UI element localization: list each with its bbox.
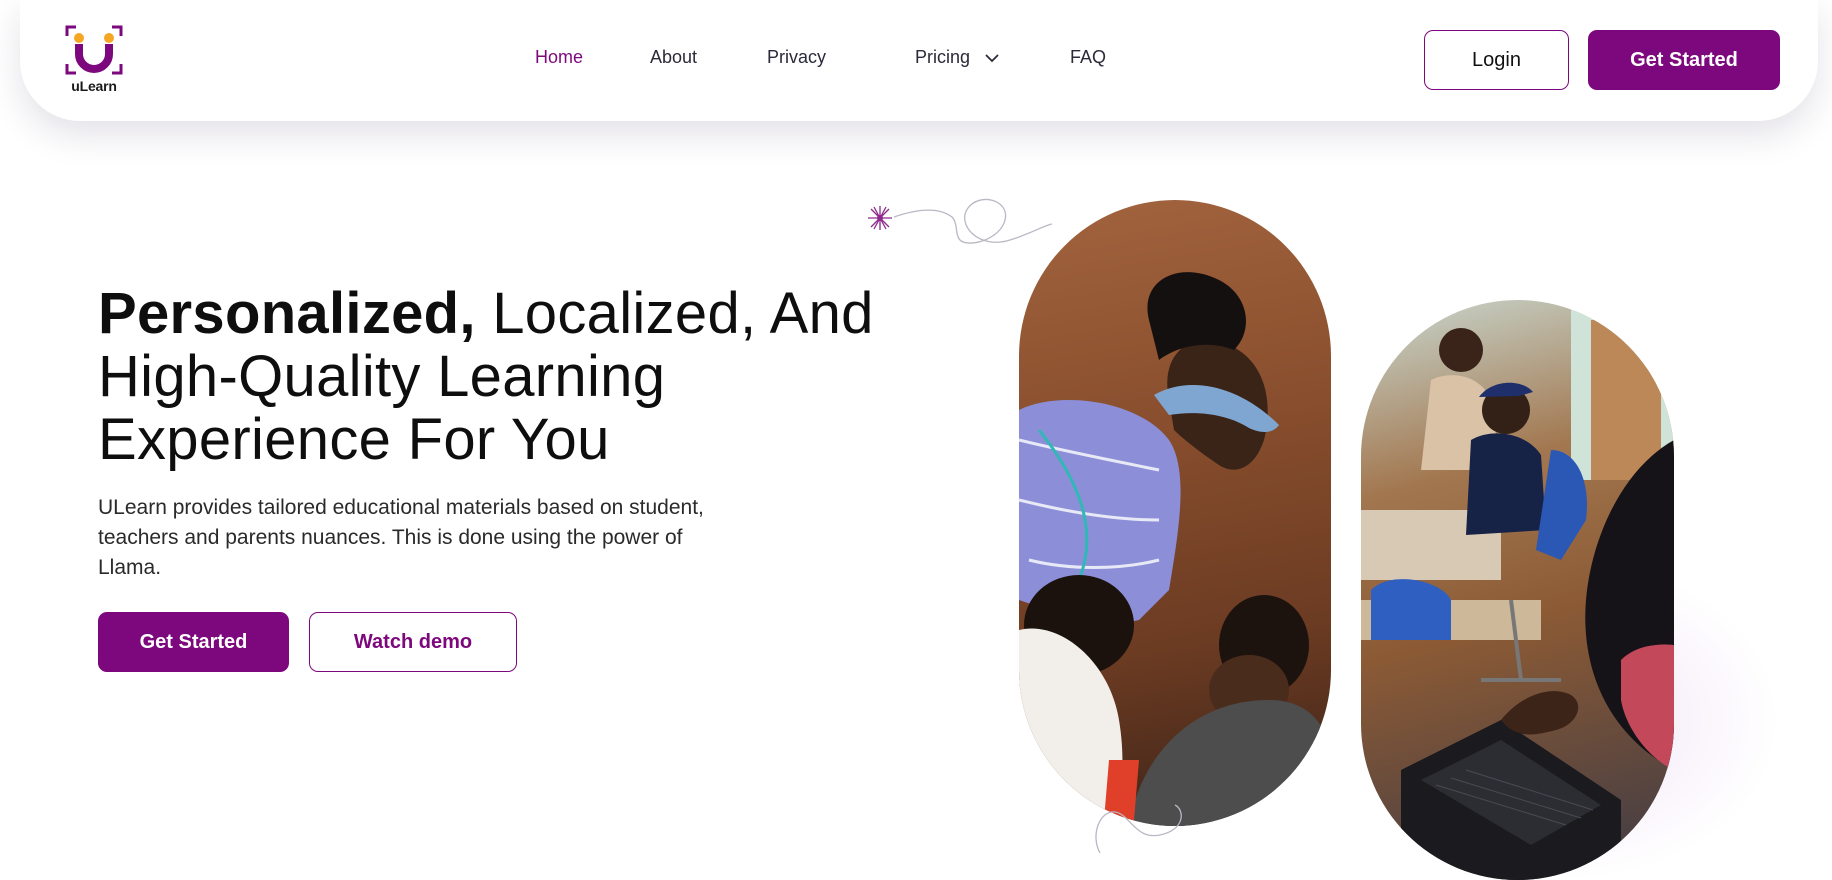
hero-get-started-button[interactable]: Get Started [98,612,289,672]
login-button[interactable]: Login [1424,30,1569,90]
laptop-students-photo [1361,300,1674,880]
ulearn-logo-icon [65,25,123,75]
hero-title-line3: Experience For You [98,407,610,472]
nav-privacy[interactable]: Privacy [767,47,826,68]
nav-about[interactable]: About [650,47,697,68]
watch-demo-button[interactable]: Watch demo [309,612,517,672]
nav-pricing-label: Pricing [915,47,971,67]
nav-pricing[interactable]: Pricing [915,47,999,68]
decorative-loop-icon [1095,804,1182,853]
logo-wordmark: uLearn [71,78,117,94]
hero-title-line2: High-Quality Learning [98,344,666,409]
nav-home[interactable]: Home [535,47,583,68]
nav-faq[interactable]: FAQ [1070,47,1106,68]
nav-privacy-label: Privacy [767,47,827,67]
nav-get-started-button[interactable]: Get Started [1588,30,1780,90]
chevron-down-icon [985,54,999,63]
photo-teacher-helping-students-icon [1019,272,1331,826]
ulearn-logo[interactable]: uLearn [64,24,124,96]
hero-title: Personalized, Localized, And High-Qualit… [98,282,928,471]
hero-title-bold: Personalized, [98,281,476,346]
hero-title-line1: Localized, And [475,281,874,346]
photo-students-at-laptops-icon [1361,300,1674,880]
teacher-photo [1019,200,1331,826]
hero-subtitle: ULearn provides tailored educational mat… [98,496,704,579]
decorative-squiggle-icon [868,198,1053,244]
top-navbar: uLearn Home About Privacy Pricing FAQ Lo… [20,0,1818,121]
